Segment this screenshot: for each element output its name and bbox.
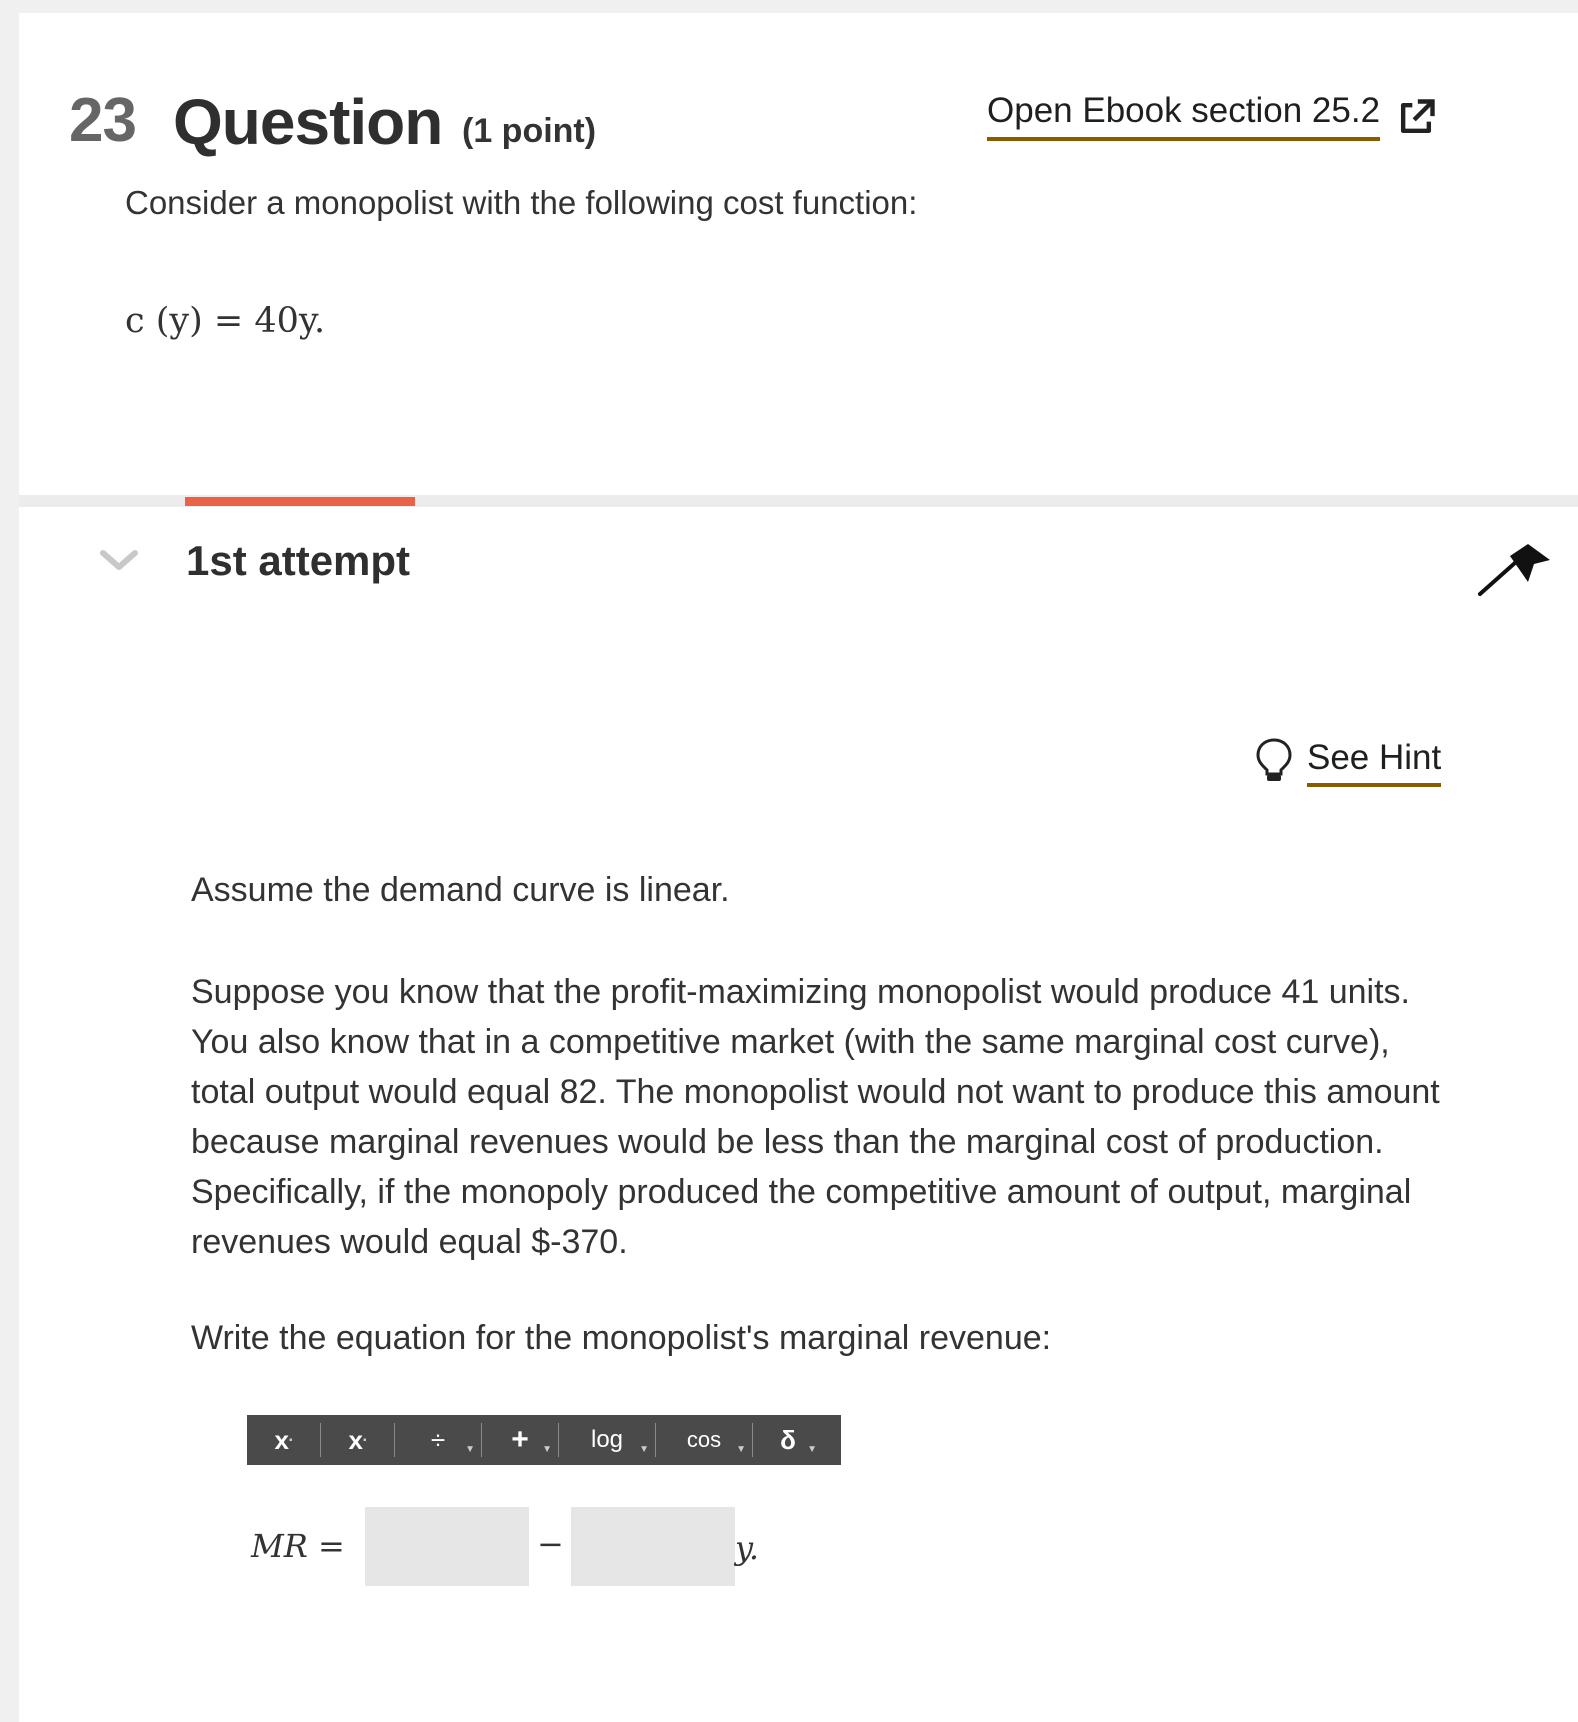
caret-icon: ▼ <box>542 1444 552 1455</box>
caret-icon: ▼ <box>639 1444 649 1455</box>
superscript-button[interactable]: x ▪ <box>247 1423 321 1457</box>
cos-label: cos <box>686 1427 722 1452</box>
mr-symbol: MR <box>251 1527 308 1565</box>
fraction-button[interactable]: ÷ ▼ <box>395 1423 482 1457</box>
mr-label: MR = <box>251 1527 345 1565</box>
attempt-label: 1st attempt <box>186 537 411 584</box>
log-label: log <box>590 1426 624 1453</box>
subscript-label: x <box>348 1424 363 1455</box>
question-title: Question <box>173 86 443 158</box>
intercept-input[interactable] <box>365 1507 529 1586</box>
see-hint-link[interactable]: See Hint <box>1307 737 1442 787</box>
question-number: 23 <box>69 86 137 155</box>
plus-label: + <box>511 1423 529 1456</box>
ebook-link[interactable]: Open Ebook section 25.2 <box>987 89 1381 141</box>
log-button[interactable]: log ▼ <box>559 1423 656 1457</box>
cos-button[interactable]: cos ▼ <box>656 1423 753 1457</box>
minus-sign: − <box>537 1525 564 1563</box>
question-points: (1 point) <box>462 112 597 150</box>
caret-icon: ▼ <box>807 1444 817 1455</box>
delta-label: δ <box>780 1424 796 1455</box>
fraction-icon: ÷ <box>430 1424 446 1455</box>
superscript-label: x <box>274 1424 289 1455</box>
subscript-button[interactable]: x ▪ <box>321 1423 395 1457</box>
lightbulb-icon[interactable] <box>1254 736 1294 784</box>
question-prompt: Consider a monopolist with the following… <box>125 184 918 221</box>
cost-function: c (y) = 40y. <box>125 301 326 341</box>
instruction-text: Write the equation for the monopolist's … <box>191 1319 1052 1357</box>
external-link-icon[interactable] <box>1394 96 1438 140</box>
attempt-progress-bar <box>185 497 415 506</box>
plus-button[interactable]: + ▼ <box>482 1423 559 1457</box>
chevron-down-icon[interactable] <box>99 547 139 575</box>
question-card: 23 Question (1 point) Open Ebook section… <box>19 13 1578 495</box>
assume-text: Assume the demand curve is linear. <box>191 871 730 909</box>
caret-icon: ▼ <box>465 1444 475 1455</box>
pin-icon[interactable] <box>1476 538 1556 598</box>
math-toolbar: x ▪ x ▪ ÷ ▼ + ▼ log ▼ cos ▼ δ ▼ <box>247 1415 841 1465</box>
equals-sign: = <box>318 1527 345 1565</box>
caret-icon: ▼ <box>736 1444 746 1455</box>
slope-input[interactable] <box>571 1507 735 1586</box>
scenario-text: Suppose you know that the profit-maximiz… <box>191 973 1440 1261</box>
y-variable: y. <box>735 1529 759 1567</box>
delta-button[interactable]: δ ▼ <box>753 1423 823 1457</box>
attempt-card: 1st attempt See Hint Assume the demand c… <box>19 507 1578 1722</box>
